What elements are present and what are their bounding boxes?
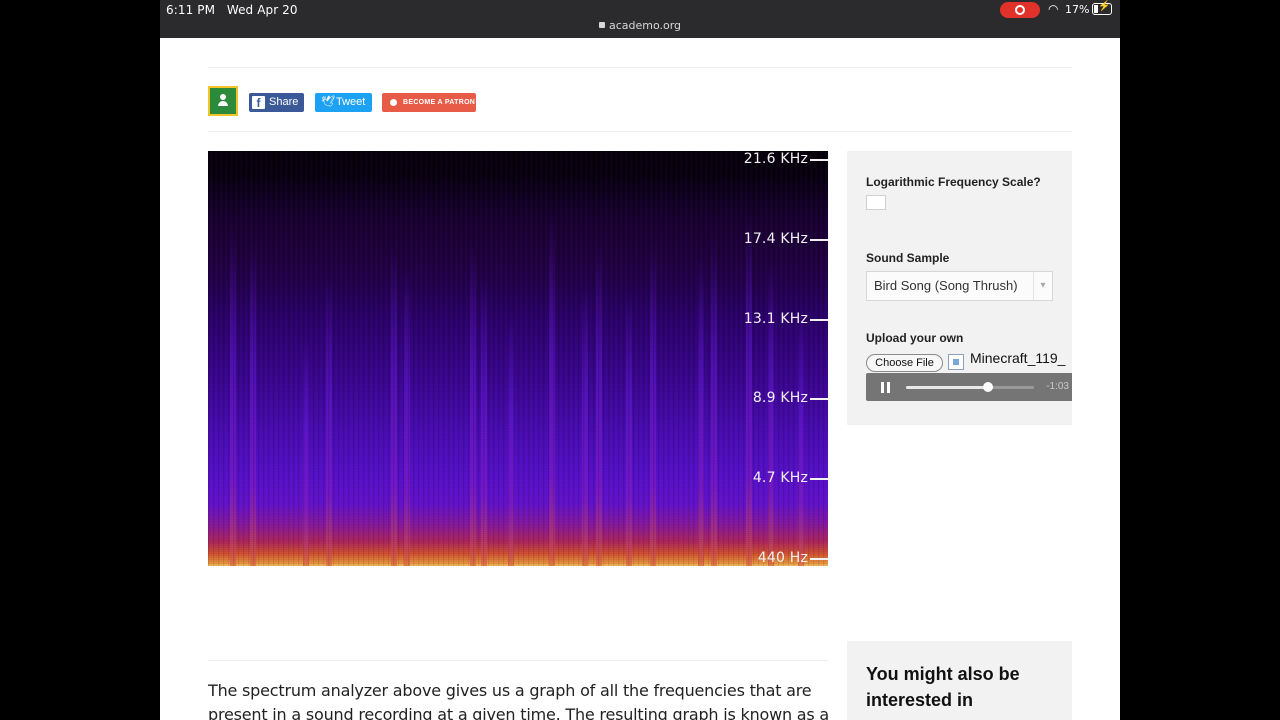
frequency-tick (810, 478, 828, 480)
url-text: academo.org (608, 19, 682, 32)
pause-icon[interactable] (881, 382, 891, 393)
sound-sample-value: Bird Song (Song Thrush) (874, 278, 1018, 293)
audio-seek-bar[interactable] (906, 382, 1034, 392)
lock-icon (598, 22, 605, 28)
related-title: You might also be interested in (866, 664, 1020, 710)
spectrogram-canvas[interactable]: 21.6 KHz 17.4 KHz 13.1 KHz 8.9 KHz 4.7 KHz 44… (208, 151, 828, 566)
related-panel: You might also be interested in (847, 641, 1072, 720)
audio-progress-fill (906, 386, 988, 389)
audio-remaining-time: -1:03 (1046, 381, 1069, 392)
spectrogram-noise (208, 151, 828, 566)
frequency-tick (810, 159, 828, 161)
frequency-label: 21.6 KHz (743, 151, 808, 167)
audio-seek-handle[interactable] (982, 382, 993, 392)
patreon-button[interactable]: BECOME A PATRON (382, 93, 476, 112)
frequency-label: 8.9 KHz (752, 390, 808, 406)
upload-label: Upload your own (866, 331, 964, 345)
controls-panel: Logarithmic Frequency Scale? Sound Sampl… (847, 151, 1072, 425)
chevron-down-icon: ▾ (1033, 272, 1052, 300)
divider (208, 67, 1072, 68)
facebook-share-button[interactable]: f Share (249, 93, 304, 112)
frequency-label: 17.4 KHz (743, 231, 808, 247)
sound-sample-select[interactable]: Bird Song (Song Thrush) ▾ (866, 271, 1053, 301)
file-icon (948, 354, 964, 370)
facebook-icon: f (252, 96, 265, 110)
sound-sample-label: Sound Sample (866, 251, 950, 265)
patreon-icon (390, 99, 397, 106)
classroom-icon (218, 94, 228, 106)
choose-file-button[interactable]: Choose File (866, 354, 943, 372)
frequency-label: 440 Hz (757, 550, 808, 566)
frequency-tick (810, 398, 828, 400)
wifi-icon: ◠ (1048, 2, 1059, 16)
status-time: 6:11 PM Wed Apr 20 (166, 3, 298, 17)
file-name: Minecraft_119_ (970, 350, 1066, 366)
battery-percent: 17% (1065, 3, 1090, 16)
frequency-tick (810, 558, 828, 560)
divider (208, 131, 1072, 132)
frequency-label: 4.7 KHz (752, 470, 808, 486)
log-scale-label: Logarithmic Frequency Scale? (866, 175, 1041, 189)
audio-player: -1:03 (866, 373, 1072, 401)
screen-record-icon[interactable] (1000, 2, 1040, 18)
log-scale-checkbox[interactable] (866, 195, 886, 210)
web-page: f Share 🕊 Tweet BECOME A PATRON 21.6 KHz 17… (160, 38, 1120, 720)
article-paragraph: The spectrum analyzer above gives us a g… (208, 681, 830, 720)
frequency-label: 13.1 KHz (743, 311, 808, 327)
address-bar[interactable]: academo.org (160, 19, 1120, 32)
twitter-icon: 🕊 (321, 96, 335, 108)
frequency-tick (810, 239, 828, 241)
tweet-button[interactable]: 🕊 Tweet (315, 93, 372, 112)
frequency-tick (810, 319, 828, 321)
divider (208, 660, 828, 661)
status-bar: 6:11 PM Wed Apr 20 academo.org ◠ 17% (160, 0, 1120, 38)
battery-icon (1092, 1, 1112, 15)
google-classroom-button[interactable] (208, 86, 238, 116)
